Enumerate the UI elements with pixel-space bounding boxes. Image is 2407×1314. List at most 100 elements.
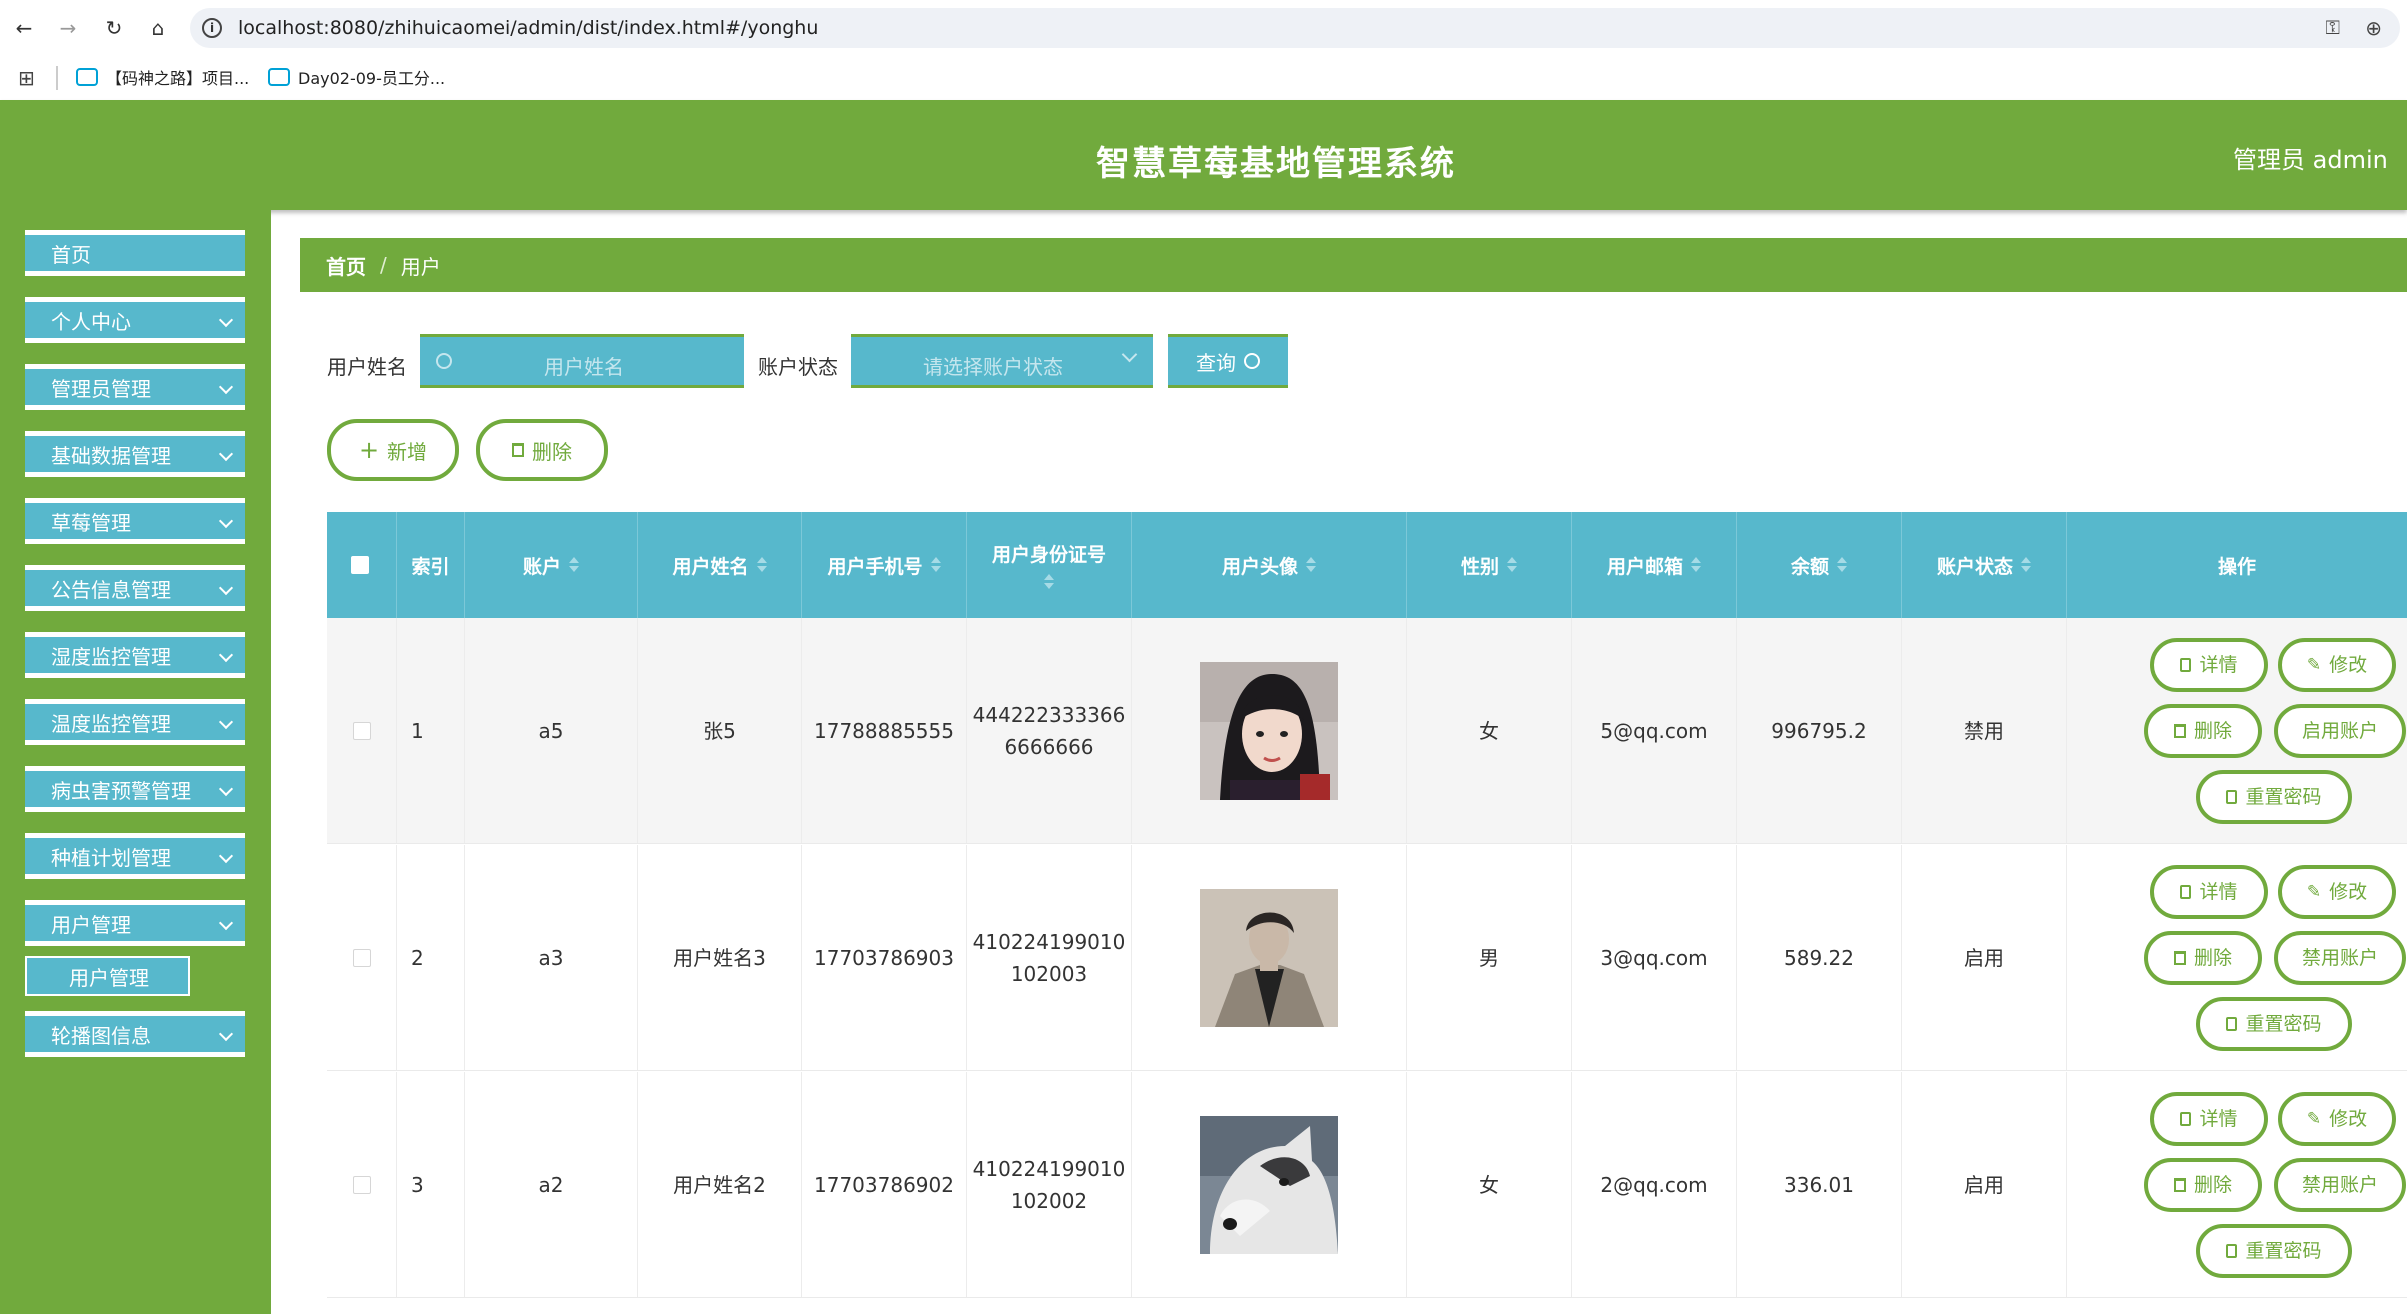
sidebar-item-5[interactable]: 公告信息管理 bbox=[25, 565, 245, 611]
sidebar-subitem-user-management[interactable]: 用户管理 bbox=[25, 956, 190, 996]
sort-icon[interactable] bbox=[756, 556, 767, 574]
delete-button[interactable]: 删除 bbox=[2144, 1158, 2262, 1212]
plus-icon: + bbox=[358, 436, 380, 464]
bookmark-1[interactable]: 【码神之路】项目... bbox=[76, 65, 249, 89]
apps-grid-icon[interactable]: ⊞ bbox=[18, 66, 35, 90]
status-cell: 启用 bbox=[1902, 845, 2067, 1070]
column-header-label: 索引 bbox=[411, 555, 450, 578]
phone-cell: 17703786902 bbox=[802, 1072, 967, 1297]
column-header-name[interactable]: 用户姓名 bbox=[638, 512, 802, 618]
site-info-icon[interactable]: i bbox=[202, 18, 222, 38]
email-cell: 2@qq.com bbox=[1572, 1072, 1737, 1297]
sidebar-item-0[interactable]: 首页 bbox=[25, 230, 245, 276]
bookmark-2[interactable]: Day02-09-员工分... bbox=[268, 65, 445, 89]
actions-cell: 详情 ✎ 修改 删除 禁用账户重置密码 bbox=[2067, 1072, 2407, 1297]
bookmarks-divider bbox=[56, 66, 58, 90]
column-header-account[interactable]: 账户 bbox=[465, 512, 638, 618]
reset-password-button[interactable]: 重置密码 bbox=[2196, 1224, 2352, 1278]
add-button[interactable]: + 新增 bbox=[327, 419, 459, 481]
sidebar-item-6[interactable]: 湿度监控管理 bbox=[25, 632, 245, 678]
reset-password-button[interactable]: 重置密码 bbox=[2196, 997, 2352, 1051]
home-icon[interactable]: ⌂ bbox=[144, 14, 172, 42]
sidebar-item-8[interactable]: 病虫害预警管理 bbox=[25, 766, 245, 812]
sidebar-item-11[interactable]: 轮播图信息 bbox=[25, 1011, 245, 1057]
column-header-gender[interactable]: 性别 bbox=[1407, 512, 1572, 618]
query-button[interactable]: 查询 bbox=[1168, 334, 1288, 388]
row-checkbox[interactable] bbox=[352, 948, 371, 967]
user-avatar-image[interactable] bbox=[1200, 888, 1338, 1027]
idcard-cell: 444222333366 6666666 bbox=[967, 618, 1132, 843]
sidebar-item-9[interactable]: 种植计划管理 bbox=[25, 833, 245, 879]
column-header-avatar[interactable]: 用户头像 bbox=[1132, 512, 1407, 618]
edit-button[interactable]: ✎ 修改 bbox=[2278, 865, 2396, 919]
sidebar-item-7[interactable]: 温度监控管理 bbox=[25, 699, 245, 745]
status-value: 启用 bbox=[1964, 1172, 2004, 1197]
name-value: 用户姓名3 bbox=[673, 945, 766, 970]
index-cell: 3 bbox=[397, 1072, 465, 1297]
toggle-account-button[interactable]: 禁用账户 bbox=[2274, 1158, 2406, 1212]
name-search-input[interactable]: 用户姓名 bbox=[420, 334, 744, 388]
status-select[interactable]: 请选择账户状态 bbox=[851, 334, 1153, 388]
sidebar-item-2[interactable]: 管理员管理 bbox=[25, 364, 245, 410]
batch-delete-button[interactable]: 删除 bbox=[476, 419, 608, 481]
row-checkbox[interactable] bbox=[352, 1175, 371, 1194]
status-select-placeholder: 请选择账户状态 bbox=[923, 355, 1063, 379]
forward-icon[interactable]: → bbox=[54, 14, 82, 42]
sort-icon[interactable] bbox=[1837, 556, 1847, 574]
breadcrumb-home[interactable]: 首页 bbox=[326, 251, 366, 280]
row-checkbox[interactable] bbox=[352, 721, 371, 740]
select-cell bbox=[327, 1072, 397, 1297]
sort-icon[interactable] bbox=[569, 556, 579, 574]
user-menu[interactable]: 管理员 admin bbox=[2233, 140, 2388, 175]
sidebar-item-4[interactable]: 草莓管理 bbox=[25, 498, 245, 544]
column-header-status[interactable]: 账户状态 bbox=[1902, 512, 2067, 618]
bookmark-1-label: 【码神之路】项目... bbox=[106, 69, 250, 88]
user-avatar-image[interactable] bbox=[1200, 1115, 1338, 1254]
toggle-account-button[interactable]: 禁用账户 bbox=[2274, 931, 2406, 985]
sidebar-item-10[interactable]: 用户管理 bbox=[25, 900, 245, 946]
chevron-down-icon bbox=[218, 580, 234, 596]
select-all-checkbox[interactable] bbox=[351, 556, 369, 574]
detail-button[interactable]: 详情 bbox=[2150, 1092, 2268, 1146]
idcard-cell: 410224199010 102003 bbox=[967, 845, 1132, 1070]
password-key-icon[interactable]: ⚿ bbox=[2326, 17, 2340, 39]
address-bar[interactable]: i localhost:8080/zhihuicaomei/admin/dist… bbox=[190, 8, 2400, 48]
document-icon bbox=[2226, 1244, 2238, 1258]
table-row[interactable]: 2 a3 用户姓名3 17703786903 410224199010 102003 男 3@… bbox=[327, 845, 2407, 1071]
toggle-account-button[interactable]: 启用账户 bbox=[2274, 704, 2406, 758]
detail-button[interactable]: 详情 bbox=[2150, 865, 2268, 919]
edit-button[interactable]: ✎ 修改 bbox=[2278, 1092, 2396, 1146]
zoom-icon[interactable]: ⊕ bbox=[2365, 16, 2382, 40]
reload-icon[interactable]: ↻ bbox=[100, 14, 128, 42]
column-header-label: 用户邮箱 bbox=[1606, 555, 1683, 578]
table-row[interactable]: 3 a2 用户姓名2 17703786902 410224199010 102002 女 2@… bbox=[327, 1072, 2407, 1298]
column-header-phone[interactable]: 用户手机号 bbox=[802, 512, 967, 618]
sort-icon[interactable] bbox=[1507, 556, 1517, 574]
sidebar-item-3[interactable]: 基础数据管理 bbox=[25, 431, 245, 477]
sort-icon[interactable] bbox=[930, 556, 941, 574]
reset-password-button[interactable]: 重置密码 bbox=[2196, 770, 2352, 824]
url-text[interactable]: localhost:8080/zhihuicaomei/admin/dist/i… bbox=[238, 17, 818, 39]
edit-button[interactable]: ✎ 修改 bbox=[2278, 638, 2396, 692]
sort-icon[interactable] bbox=[1306, 556, 1316, 574]
sort-icon[interactable] bbox=[1044, 573, 1054, 591]
trash-icon bbox=[512, 443, 524, 457]
document-icon bbox=[2226, 1017, 2238, 1031]
table-row[interactable]: 1 a5 张5 17788885555 444222333366 6666666 女 5@qq… bbox=[327, 618, 2407, 844]
delete-button[interactable]: 删除 bbox=[2144, 704, 2262, 758]
balance-value: 589.22 bbox=[1784, 945, 1854, 970]
user-avatar-image[interactable] bbox=[1200, 661, 1338, 800]
back-icon[interactable]: ← bbox=[10, 14, 38, 42]
phone-value: 17703786902 bbox=[814, 1172, 954, 1197]
column-header-idcard[interactable]: 用户身份证号 bbox=[967, 512, 1132, 618]
column-header-email[interactable]: 用户邮箱 bbox=[1572, 512, 1737, 618]
delete-button[interactable]: 删除 bbox=[2144, 931, 2262, 985]
sidebar-item-1[interactable]: 个人中心 bbox=[25, 297, 245, 343]
idcard-line-1: 444222333366 bbox=[972, 702, 1126, 727]
sort-icon[interactable] bbox=[1691, 556, 1701, 574]
sort-icon[interactable] bbox=[2021, 556, 2031, 574]
column-header-balance[interactable]: 余额 bbox=[1737, 512, 1902, 618]
chevron-down-icon bbox=[218, 1026, 234, 1042]
document-icon bbox=[2180, 885, 2192, 899]
detail-button[interactable]: 详情 bbox=[2150, 638, 2268, 692]
